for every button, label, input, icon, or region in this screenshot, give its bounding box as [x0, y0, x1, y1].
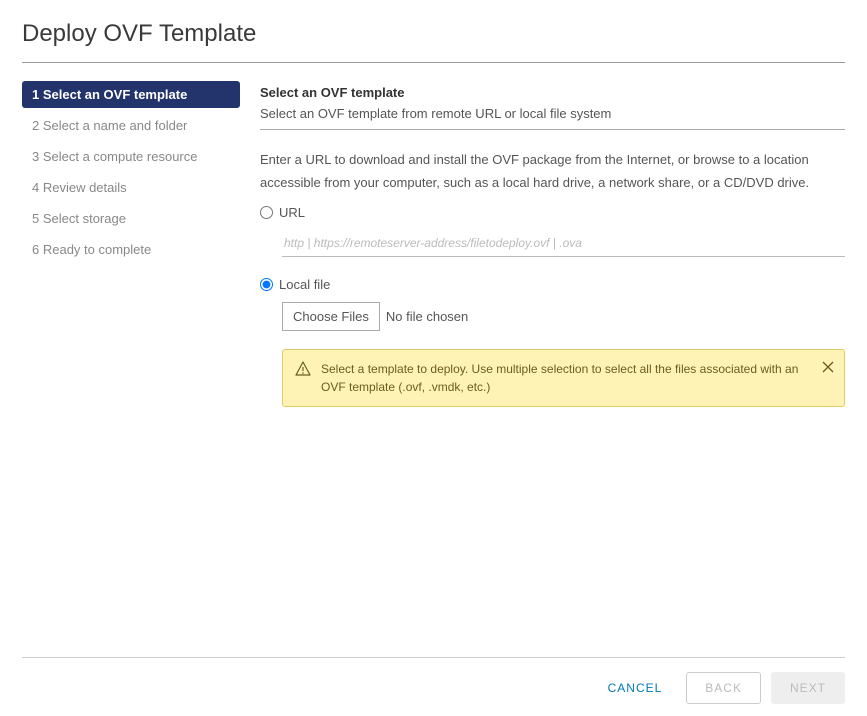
section-divider [260, 129, 845, 130]
radio-url-label[interactable]: URL [279, 205, 305, 220]
radio-url[interactable] [260, 206, 273, 219]
cancel-button[interactable]: CANCEL [594, 673, 677, 703]
help-text: Enter a URL to download and install the … [260, 148, 845, 195]
warning-icon [295, 361, 311, 382]
radio-url-row: URL [260, 205, 845, 220]
wizard-step-6[interactable]: 6 Ready to complete [22, 236, 240, 263]
radio-local-row: Local file [260, 277, 845, 292]
back-button[interactable]: BACK [686, 672, 761, 704]
wizard-steps: 1 Select an OVF template 2 Select a name… [22, 81, 240, 407]
dialog-title: Deploy OVF Template [22, 20, 845, 48]
wizard-step-1[interactable]: 1 Select an OVF template [22, 81, 240, 108]
close-icon[interactable] [822, 360, 834, 378]
dialog-footer: CANCEL BACK NEXT [22, 657, 845, 704]
alert-box: Select a template to deploy. Use multipl… [282, 349, 845, 407]
wizard-step-3[interactable]: 3 Select a compute resource [22, 143, 240, 170]
main-panel: Select an OVF template Select an OVF tem… [260, 81, 845, 407]
wizard-step-4[interactable]: 4 Review details [22, 174, 240, 201]
section-subheading: Select an OVF template from remote URL o… [260, 106, 845, 121]
next-button[interactable]: NEXT [771, 672, 845, 704]
title-divider [22, 62, 845, 63]
wizard-step-2[interactable]: 2 Select a name and folder [22, 112, 240, 139]
section-heading: Select an OVF template [260, 85, 845, 100]
choose-files-button[interactable]: Choose Files [282, 302, 380, 331]
url-input[interactable] [282, 230, 845, 257]
wizard-step-5[interactable]: 5 Select storage [22, 205, 240, 232]
alert-text: Select a template to deploy. Use multipl… [321, 360, 832, 396]
radio-local[interactable] [260, 278, 273, 291]
file-status: No file chosen [386, 309, 468, 324]
radio-local-label[interactable]: Local file [279, 277, 330, 292]
